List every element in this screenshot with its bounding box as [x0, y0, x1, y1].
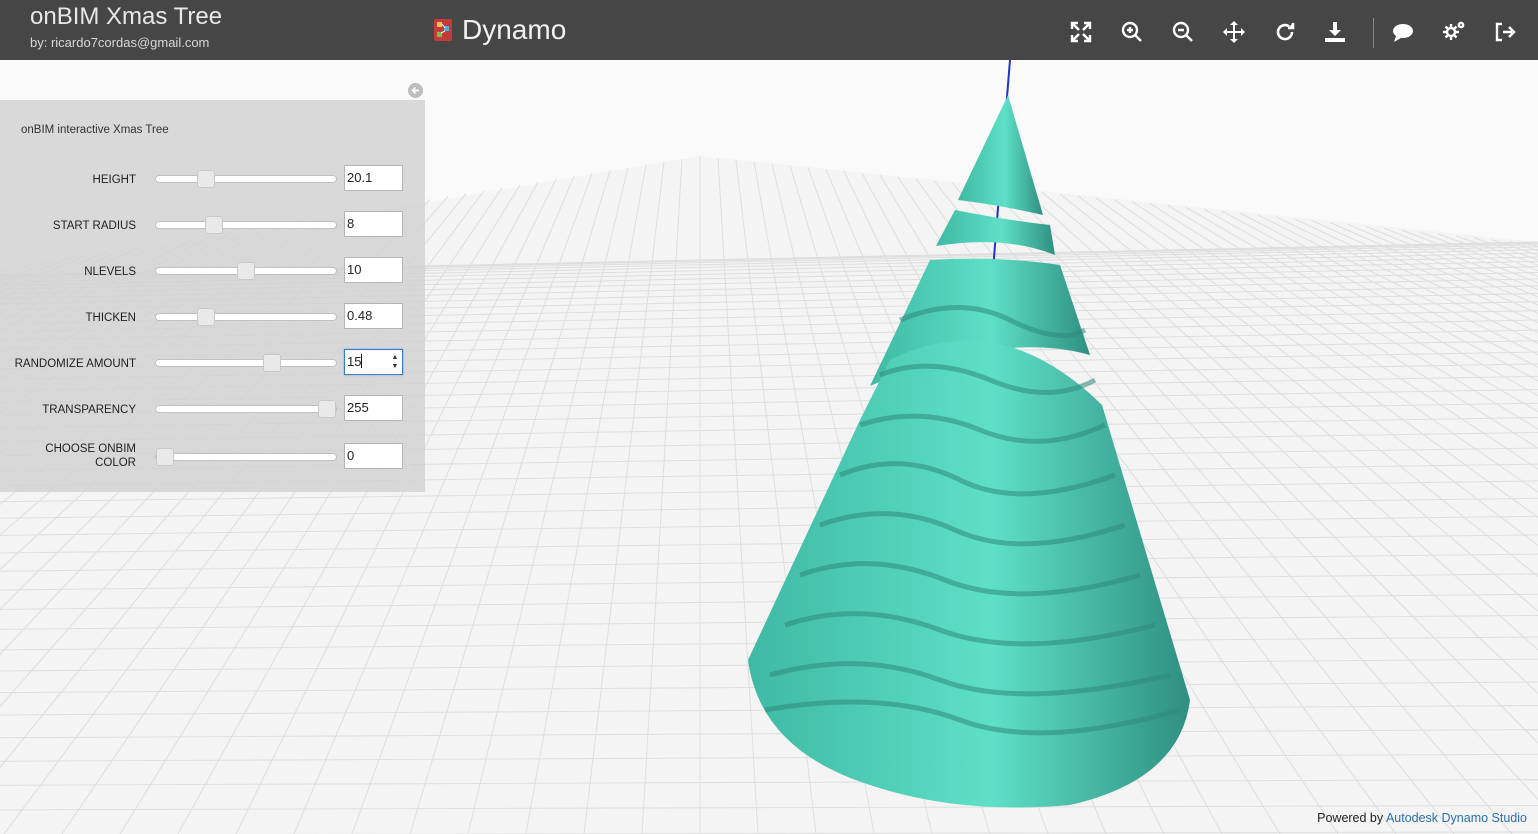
slider-handle[interactable]: [318, 400, 336, 418]
panel-title: onBIM interactive Xmas Tree: [21, 124, 169, 136]
param-label: HEIGHT: [92, 174, 136, 186]
nlevels-slider[interactable]: [155, 262, 337, 280]
arrow-left-circle-icon: [408, 83, 423, 98]
randomize-amount-input[interactable]: 15 ▲ ▼: [344, 349, 403, 375]
powered-by-text: Powered by: [1317, 811, 1384, 825]
param-label: THICKEN: [85, 312, 136, 324]
zoom-in-icon[interactable]: [1120, 20, 1144, 44]
comment-icon[interactable]: [1391, 20, 1415, 44]
pan-icon[interactable]: [1222, 20, 1246, 44]
transparency-slider[interactable]: [155, 400, 337, 418]
autodesk-dynamo-link[interactable]: Autodesk Dynamo Studio: [1386, 811, 1527, 825]
height-slider[interactable]: [155, 170, 337, 188]
exit-icon[interactable]: [1493, 20, 1517, 44]
start-radius-slider[interactable]: [155, 216, 337, 234]
collapse-panel-button[interactable]: [407, 82, 424, 99]
start-radius-input[interactable]: 8: [344, 211, 403, 237]
param-row-nlevels: NLEVELS 10: [0, 256, 425, 286]
brand: Dynamo: [432, 12, 566, 48]
param-label: NLEVELS: [84, 266, 136, 278]
height-input[interactable]: 20.1: [344, 165, 403, 191]
param-label: CHOOSE ONBIM COLOR: [45, 443, 136, 469]
toolbar-divider: [1373, 18, 1374, 48]
slider-handle[interactable]: [196, 308, 215, 326]
thicken-input[interactable]: 0.48: [344, 303, 403, 329]
param-row-start-radius: START RADIUS 8: [0, 210, 425, 240]
text-caret: [361, 354, 363, 368]
randomize-amount-slider[interactable]: [155, 354, 337, 372]
param-row-thicken: THICKEN 0.48: [0, 302, 425, 332]
download-icon[interactable]: [1323, 20, 1347, 44]
rotate-icon[interactable]: [1273, 20, 1297, 44]
slider-handle[interactable]: [156, 448, 174, 466]
brand-name: Dynamo: [462, 14, 567, 45]
param-label: TRANSPARENCY: [42, 404, 136, 416]
transparency-input[interactable]: 255: [344, 395, 403, 421]
powered-by-footer: Powered by Autodesk Dynamo Studio: [1317, 811, 1527, 825]
param-label: RANDOMIZE AMOUNT: [14, 358, 136, 370]
thicken-slider[interactable]: [155, 308, 337, 326]
fullscreen-icon[interactable]: [1069, 20, 1093, 44]
choose-color-input[interactable]: 0: [344, 443, 403, 469]
zoom-out-icon[interactable]: [1171, 20, 1195, 44]
input-value: 15: [347, 354, 362, 369]
parameters-panel: onBIM interactive Xmas Tree HEIGHT 20.1 …: [0, 100, 425, 492]
nlevels-input[interactable]: 10: [344, 257, 403, 283]
slider-handle[interactable]: [204, 216, 223, 234]
param-label: START RADIUS: [52, 220, 136, 232]
slider-handle[interactable]: [262, 354, 281, 372]
slider-handle[interactable]: [237, 262, 255, 280]
number-spinner[interactable]: ▲ ▼: [390, 353, 400, 371]
top-bar: onBIM Xmas Tree by: ricardo7cordas@gmail…: [0, 0, 1538, 60]
param-row-randomize-amount: RANDOMIZE AMOUNT 15 ▲ ▼: [0, 348, 425, 378]
param-row-height: HEIGHT 20.1: [0, 164, 425, 194]
slider-handle[interactable]: [196, 170, 215, 188]
app-title: onBIM Xmas Tree: [30, 3, 223, 30]
choose-color-slider[interactable]: [155, 448, 337, 466]
settings-icon[interactable]: [1442, 20, 1466, 44]
app-author: by: ricardo7cordas@gmail.com: [30, 35, 210, 50]
dynamo-logo-icon: [434, 19, 452, 41]
param-row-choose-color: CHOOSE ONBIM COLOR 0: [0, 440, 425, 470]
param-row-transparency: TRANSPARENCY 255: [0, 394, 425, 424]
